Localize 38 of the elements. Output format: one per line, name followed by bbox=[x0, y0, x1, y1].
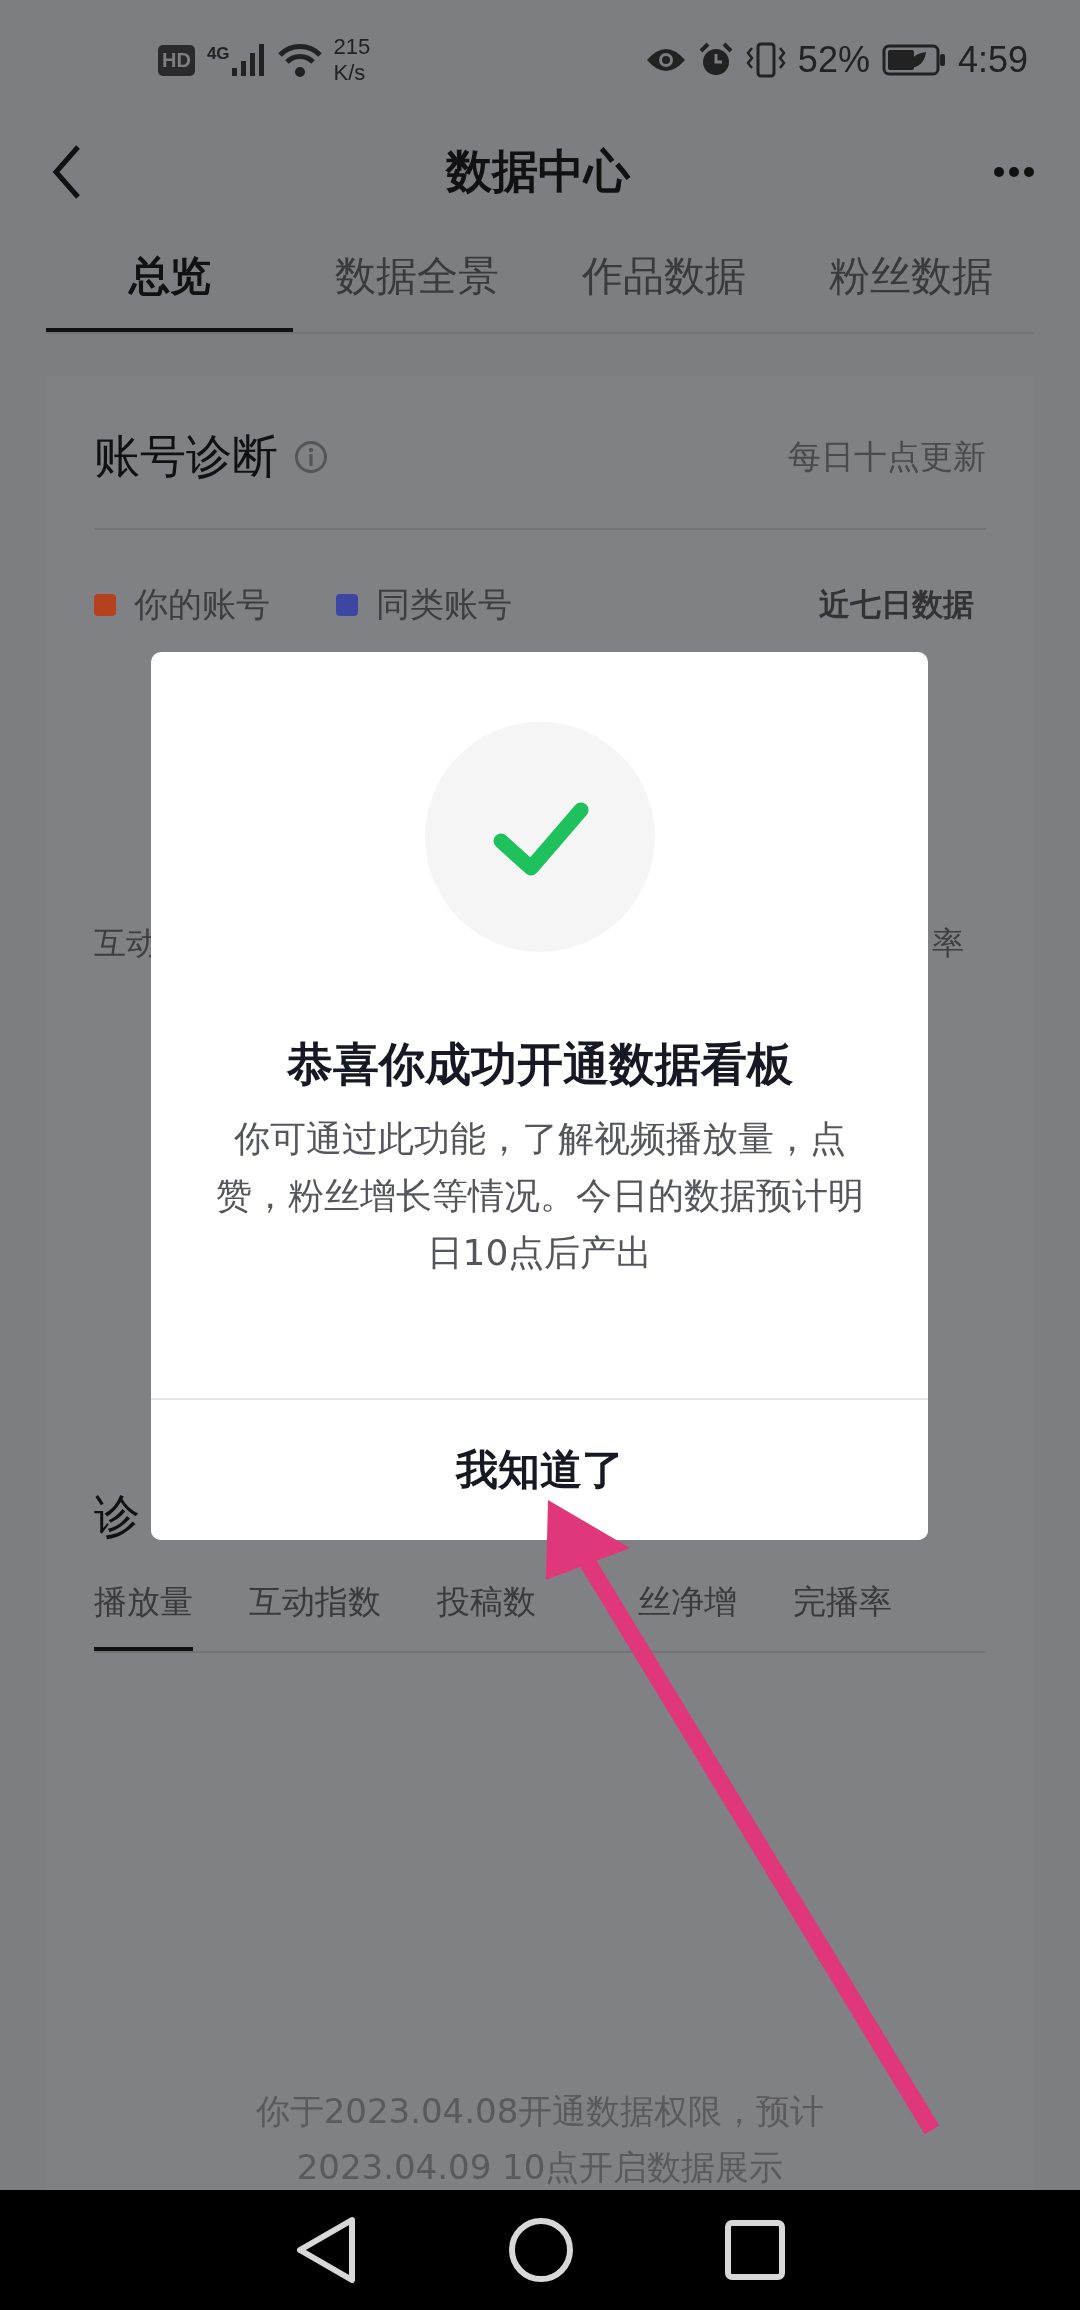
tab[interactable]: 数据全景 bbox=[293, 224, 540, 332]
dialog-title: 恭喜你成功开通数据看板 bbox=[286, 1036, 793, 1093]
speed-value: 215 bbox=[333, 34, 371, 60]
tab[interactable]: 互动指数 bbox=[249, 1572, 381, 1651]
back-icon bbox=[294, 2214, 358, 2286]
home-icon bbox=[508, 2217, 574, 2283]
more-icon bbox=[994, 167, 1034, 177]
section-title: 诊 bbox=[94, 1489, 140, 1543]
legend-label: 同类账号 bbox=[376, 583, 512, 626]
update-note: 每日十点更新 bbox=[788, 435, 986, 478]
wifi-icon bbox=[277, 43, 322, 77]
network-label: 4G bbox=[206, 44, 230, 64]
eye-icon bbox=[645, 46, 686, 74]
battery-percent: 52% bbox=[797, 39, 870, 81]
tab[interactable]: 投稿数 bbox=[437, 1572, 536, 1651]
tab[interactable]: 作品数据 bbox=[540, 224, 787, 332]
tab[interactable]: 播放量 bbox=[94, 1572, 193, 1651]
clock: 4:59 bbox=[957, 39, 1028, 81]
axis-label: 率 bbox=[932, 923, 964, 964]
check-icon bbox=[424, 722, 655, 952]
tab[interactable]: 总览 bbox=[46, 224, 293, 332]
speed-unit: K/s bbox=[333, 60, 367, 86]
alarm-icon bbox=[697, 42, 734, 78]
hd-icon: HD bbox=[158, 44, 195, 76]
page-title: 数据中心 bbox=[446, 143, 630, 200]
tab[interactable]: 粉丝数据 bbox=[787, 224, 1034, 332]
back-icon bbox=[52, 144, 82, 200]
vibrate-icon bbox=[745, 42, 786, 78]
battery-icon bbox=[881, 44, 946, 76]
section-title: 账号诊断 bbox=[94, 428, 278, 485]
recents-icon bbox=[724, 2219, 786, 2281]
tab[interactable]: 完播率 bbox=[793, 1572, 892, 1651]
signal-icon bbox=[231, 44, 266, 76]
tab[interactable]: 丝净增 bbox=[638, 1572, 737, 1651]
range-label: 近七日数据 bbox=[819, 585, 974, 624]
legend-label: 你的账号 bbox=[134, 583, 270, 626]
info-icon bbox=[294, 440, 328, 474]
dialog-message: 你可通过此功能，了解视频播放量，点赞，粉丝增长等情况。今日的数据预计明日10点后产出 bbox=[214, 1117, 865, 1275]
